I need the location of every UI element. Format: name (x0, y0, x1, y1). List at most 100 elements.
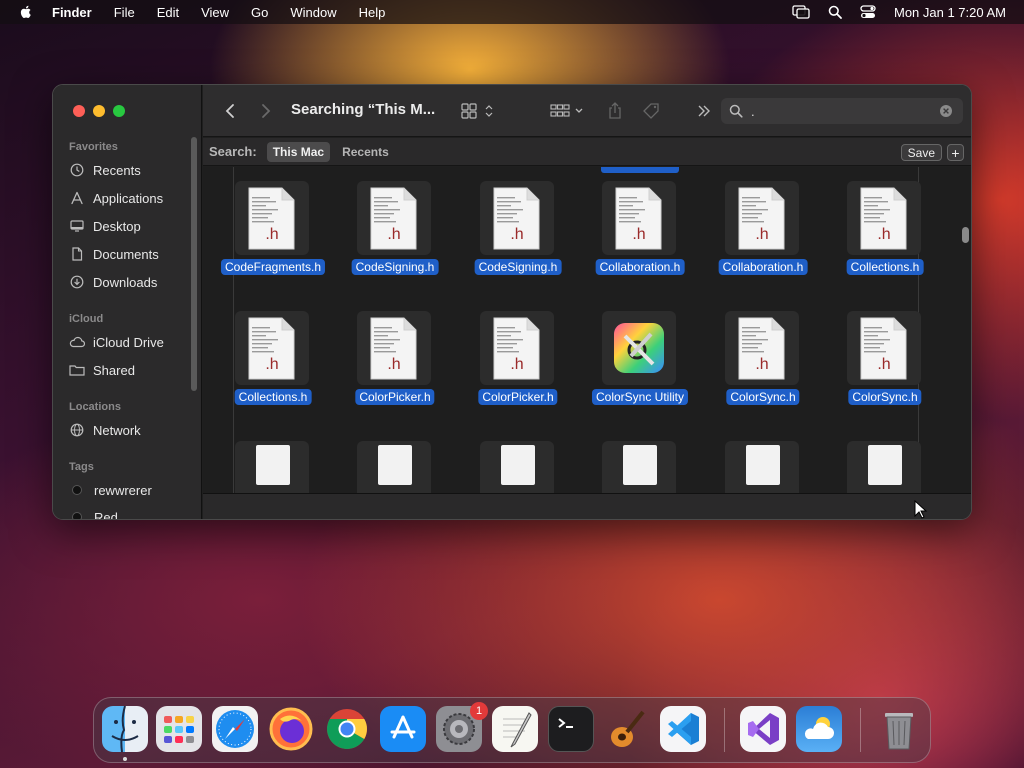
dock-app-store[interactable] (380, 706, 426, 752)
dock-visual-studio[interactable] (740, 706, 786, 752)
back-button[interactable] (221, 99, 239, 123)
forward-button[interactable] (257, 99, 275, 123)
file-item[interactable]: .h ColorSync.h (708, 311, 818, 431)
file-item[interactable]: .h Collections.h (830, 181, 940, 301)
file-name-label: ColorPicker.h (478, 389, 558, 405)
file-thumbnail[interactable] (235, 441, 309, 493)
header-file-icon: .h (860, 187, 907, 250)
file-thumbnail[interactable] (725, 441, 799, 493)
sidebar-item-icloud-drive[interactable]: iCloud Drive (69, 331, 164, 353)
sidebar-item-shared[interactable]: Shared (69, 359, 135, 381)
dock: 1 (93, 697, 931, 763)
file-name-label: ColorSync Utility (591, 389, 689, 405)
file-item[interactable]: .h Collections.h (218, 311, 328, 431)
sidebar-item-documents[interactable]: Documents (69, 243, 159, 265)
sidebar-item-recents[interactable]: Recents (69, 159, 141, 181)
menu-clock[interactable]: Mon Jan 1 7:20 AM (894, 5, 1006, 20)
document-preview (868, 445, 902, 485)
dock-trash[interactable] (876, 706, 922, 752)
menu-window[interactable]: Window (290, 5, 336, 20)
menu-view[interactable]: View (201, 5, 229, 20)
scope-recents-button[interactable]: Recents (336, 142, 395, 162)
applications-icon (69, 190, 85, 206)
dock-finder[interactable] (102, 706, 148, 752)
file-item[interactable]: .h Collaboration.h (585, 181, 695, 301)
more-toolbar-button[interactable] (693, 99, 715, 123)
dock-textedit[interactable] (492, 706, 538, 752)
sidebar-item-desktop[interactable]: Desktop (69, 215, 141, 237)
file-item[interactable]: .h CodeFragments.h (218, 181, 328, 301)
menu-file[interactable]: File (114, 5, 135, 20)
file-extension-label: .h (877, 356, 890, 373)
share-button[interactable] (603, 99, 627, 123)
partial-item-label (601, 167, 679, 173)
spotlight-search-icon[interactable] (828, 5, 842, 19)
file-name-label: Collections.h (846, 259, 924, 275)
search-scope-bar: Search: This Mac Recents Save + (203, 138, 971, 166)
search-input[interactable] (751, 103, 921, 119)
menu-go[interactable]: Go (251, 5, 268, 20)
file-extension-label: .h (510, 356, 523, 373)
sidebar-item-downloads[interactable]: Downloads (69, 271, 157, 293)
dock-safari[interactable] (212, 706, 258, 752)
search-field[interactable] (721, 98, 963, 124)
file-item[interactable]: ColorSync Utility (585, 311, 695, 431)
file-name-label: ColorPicker.h (355, 389, 435, 405)
sidebar-tag-rewwrerer[interactable]: rewwrerer (69, 479, 152, 501)
sidebar-item-label: Desktop (93, 218, 141, 234)
file-grid: .h CodeFragments.h .h CodeSigning.h .h CodeSi… (203, 167, 971, 493)
file-item[interactable]: .h ColorPicker.h (340, 311, 450, 431)
add-criteria-button[interactable]: + (947, 144, 964, 161)
file-item[interactable]: .h ColorPicker.h (463, 311, 573, 431)
file-name-label: CodeSigning.h (474, 259, 562, 275)
file-thumbnail[interactable] (357, 441, 431, 493)
group-by-button[interactable] (547, 99, 587, 123)
file-item[interactable]: .h CodeSigning.h (463, 181, 573, 301)
file-name-label: ColorSync.h (848, 389, 922, 405)
file-item[interactable]: .h Collaboration.h (708, 181, 818, 301)
file-item[interactable]: .h CodeSigning.h (340, 181, 450, 301)
sidebar-item-network[interactable]: Network (69, 419, 141, 441)
tags-button[interactable] (639, 99, 665, 123)
menu-edit[interactable]: Edit (157, 5, 179, 20)
clock-icon (69, 162, 85, 178)
apple-menu-icon[interactable] (18, 4, 34, 20)
file-extension-label: .h (387, 356, 400, 373)
header-file-icon: .h (248, 317, 295, 380)
zoom-window-button[interactable] (113, 105, 125, 117)
sidebar-item-applications[interactable]: Applications (69, 187, 163, 209)
dock-garageband[interactable] (604, 706, 650, 752)
chevron-left-icon (225, 104, 234, 118)
dock-weather[interactable] (796, 706, 842, 752)
content-scrollbar[interactable] (962, 227, 969, 243)
menu-help[interactable]: Help (359, 5, 386, 20)
sidebar-tag-red[interactable]: Red (69, 506, 118, 519)
scope-this-mac-button[interactable]: This Mac (266, 141, 331, 162)
file-thumbnail[interactable] (480, 441, 554, 493)
status-bar (203, 493, 971, 519)
clear-search-button[interactable] (939, 104, 953, 123)
save-search-button[interactable]: Save (900, 144, 942, 161)
view-mode-button[interactable] (459, 99, 499, 123)
dock-chrome[interactable] (324, 706, 370, 752)
double-chevron-right-icon (698, 105, 710, 117)
menu-app-name[interactable]: Finder (52, 5, 92, 20)
file-thumbnail[interactable] (602, 441, 676, 493)
control-center-icon[interactable] (860, 5, 876, 19)
share-icon (609, 102, 621, 119)
visual-studio-icon (748, 713, 779, 745)
dock-terminal[interactable] (548, 706, 594, 752)
dock-launchpad[interactable] (156, 706, 202, 752)
dock-separator (724, 708, 725, 752)
sidebar-scrollbar[interactable] (191, 137, 197, 391)
header-file-icon: .h (615, 187, 662, 250)
screen-mirroring-icon[interactable] (792, 5, 810, 19)
file-thumbnail[interactable] (847, 441, 921, 493)
close-window-button[interactable] (73, 105, 85, 117)
tag-color-dot (72, 485, 82, 495)
minimize-window-button[interactable] (93, 105, 105, 117)
file-extension-label: .h (265, 226, 278, 243)
file-item[interactable]: .h ColorSync.h (830, 311, 940, 431)
dock-vscode[interactable] (660, 706, 706, 752)
dock-firefox[interactable] (268, 706, 314, 752)
